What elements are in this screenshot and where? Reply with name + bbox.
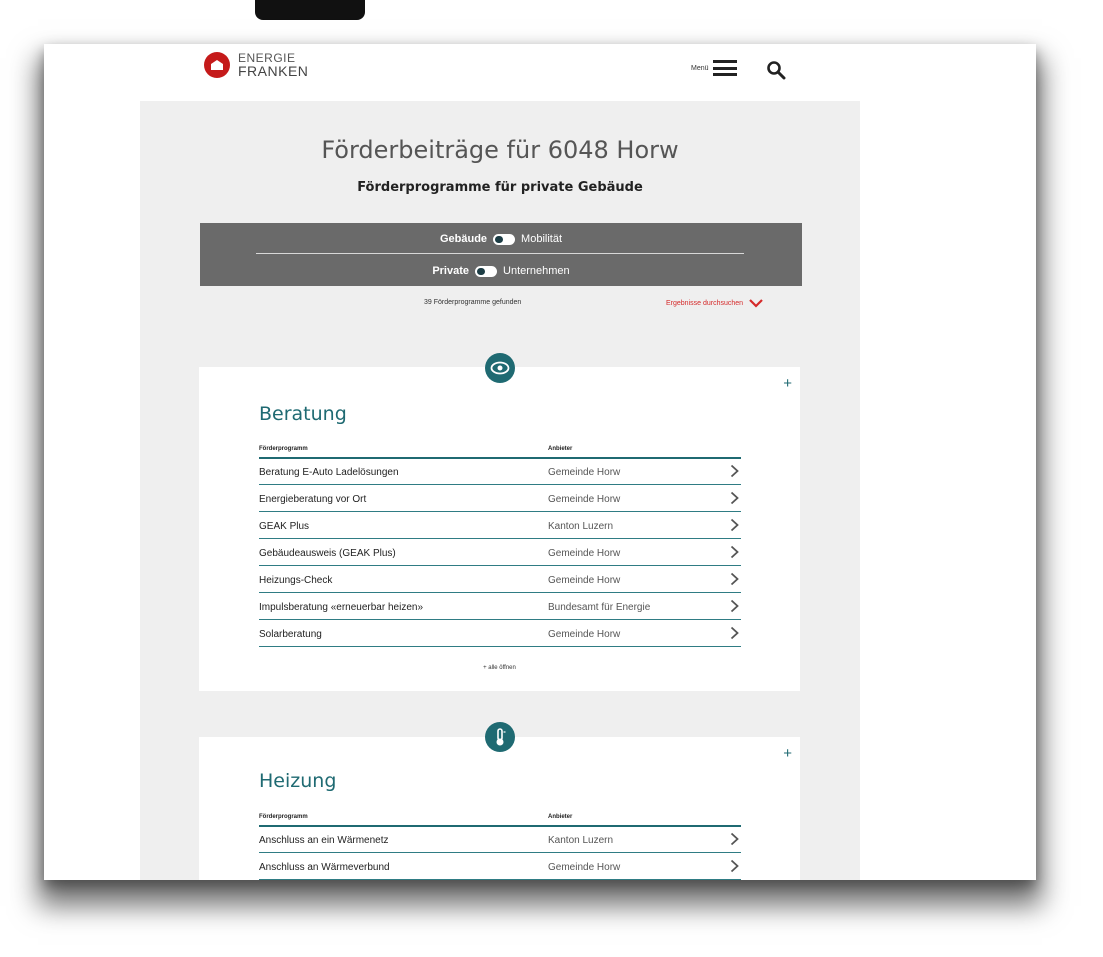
provider-name: Kanton Luzern [548,521,614,532]
section-card-heizung: + Heizung Förderprogramm Anbieter Anschl… [199,737,800,880]
provider-name: Gemeinde Horw [548,629,621,640]
toggle-right-label: Unternehmen [503,265,570,277]
expand-plus-icon[interactable]: + [783,375,792,392]
hamburger-icon [712,60,737,76]
program-name: Impulsberatung «erneuerbar heizen» [259,602,423,613]
eye-icon [485,353,515,383]
program-name: Anschluss an ein Wärmenetz [259,835,389,846]
provider-name: Gemeinde Horw [548,467,621,478]
provider-name: Bundesamt für Energie [548,602,651,613]
table-row[interactable]: Energieberatung vor Ort Gemeinde Horw [259,486,741,512]
provider-name: Gemeinde Horw [548,862,621,873]
chevron-right-icon [730,491,739,505]
chevron-down-icon [749,299,763,308]
col-program-header: Förderprogramm [259,814,308,820]
table-row[interactable]: Heizungs-Check Gemeinde Horw [259,567,741,593]
col-provider-header: Anbieter [548,446,573,452]
provider-name: Gemeinde Horw [548,548,621,559]
thermometer-icon [485,722,515,752]
top-crop-artifact [255,0,365,20]
logo-line-2: FRANKEN [238,63,309,79]
chevron-right-icon [730,626,739,640]
open-all-link[interactable]: + alle öffnen [199,665,800,671]
toggle-left-label: Gebäude [439,233,488,245]
table-row[interactable]: Gebäudeausweis (GEAK Plus) Gemeinde Horw [259,540,741,566]
page-title: Förderbeiträge für 6048 Horw [321,136,679,164]
table-header: Förderprogramm Anbieter [259,814,741,827]
toggle-switch[interactable] [493,233,516,245]
toggle-switch[interactable] [475,265,498,277]
chevron-right-icon [730,599,739,613]
brand-logo[interactable]: ENERGIE FRANKEN [204,52,308,78]
provider-name: Gemeinde Horw [548,494,621,505]
menu-button[interactable]: Menü [691,60,737,76]
table-row[interactable]: Anschluss an Wärmeverbund Gemeinde Horw [259,854,741,880]
page-frame: ENERGIE FRANKEN Menü Förderbeiträge für … [44,44,1036,880]
table-row[interactable]: Anschluss an ein Wärmenetz Kanton Luzern [259,827,741,853]
section-card-beratung: + Beratung Förderprogramm Anbieter Berat… [199,367,800,691]
program-name: Beratung E-Auto Ladelösungen [259,467,399,478]
table-row[interactable]: Solarberatung Gemeinde Horw [259,621,741,647]
program-name: Solarberatung [259,629,322,640]
page-subtitle: Förderprogramme für private Gebäude [357,180,643,195]
chevron-right-icon [730,859,739,873]
program-name: Heizungs-Check [259,575,333,586]
section-title: Heizung [259,770,337,792]
search-icon[interactable] [766,60,786,80]
browse-results-link[interactable]: Ergebnisse durchsuchen [666,299,763,308]
col-provider-header: Anbieter [548,814,573,820]
toggle-private-business[interactable]: Private Unternehmen [200,265,802,277]
chevron-right-icon [730,572,739,586]
filter-divider [256,253,744,254]
table-row[interactable]: Impulsberatung «erneuerbar heizen» Bundes… [259,594,741,620]
browse-label: Ergebnisse durchsuchen [666,300,744,307]
section-title: Beratung [259,403,347,425]
expand-plus-icon[interactable]: + [783,745,792,762]
chevron-right-icon [730,832,739,846]
program-name: Gebäudeausweis (GEAK Plus) [259,548,396,559]
filter-bar: Gebäude Mobilität Private Unternehmen [200,223,802,286]
program-name: Energieberatung vor Ort [259,494,367,505]
toggle-building-mobility[interactable]: Gebäude Mobilität [200,233,802,245]
col-program-header: Förderprogramm [259,446,308,452]
chevron-right-icon [730,518,739,532]
menu-label: Menü [691,64,709,72]
toggle-right-label: Mobilität [521,233,563,245]
program-name: Anschluss an Wärmeverbund [259,862,390,873]
provider-name: Kanton Luzern [548,835,614,846]
table-row[interactable]: GEAK Plus Kanton Luzern [259,513,741,539]
program-name: GEAK Plus [259,521,310,532]
provider-name: Gemeinde Horw [548,575,621,586]
toggle-left-label: Private [432,265,470,277]
table-header: Förderprogramm Anbieter [259,446,741,459]
logo-text: ENERGIE FRANKEN [238,52,309,79]
chevron-right-icon [730,545,739,559]
chevron-right-icon [730,464,739,478]
results-count: 39 Förderprogramme gefunden [424,299,522,306]
table-row[interactable]: Beratung E-Auto Ladelösungen Gemeinde Hor… [259,459,741,485]
logo-icon [204,52,230,78]
